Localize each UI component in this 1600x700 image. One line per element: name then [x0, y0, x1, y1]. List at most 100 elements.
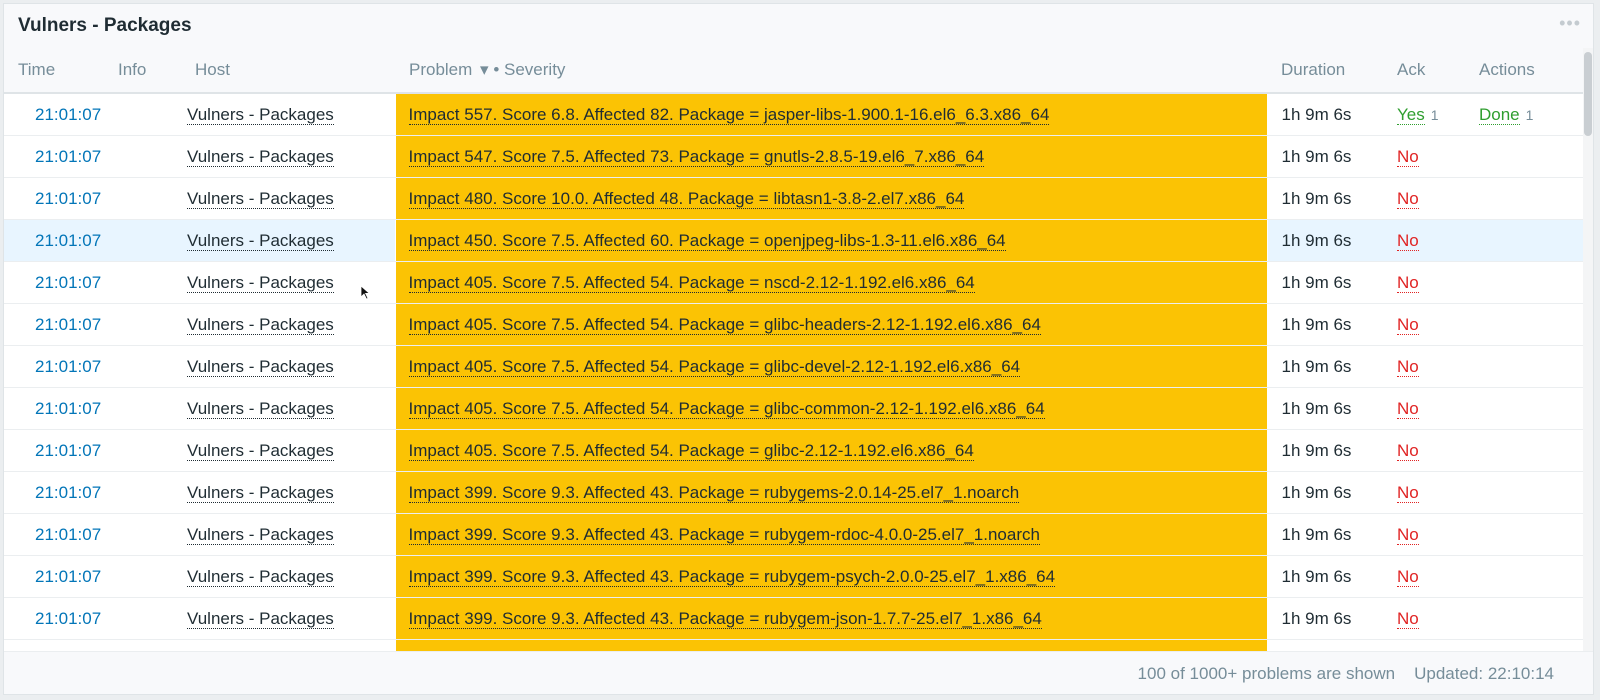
host-link[interactable]: Vulners - Packages — [187, 566, 334, 587]
widget-title: Vulners - Packages — [18, 15, 192, 36]
actions-cell — [1470, 261, 1589, 304]
ack-cell — [1385, 639, 1470, 651]
time-link[interactable]: 21:01:07 — [4, 189, 101, 208]
severity-header-label[interactable]: • Severity — [493, 60, 565, 79]
problem-cell: Impact 450. Score 7.5. Affected 60. Pack… — [394, 219, 1268, 262]
ack-no-link[interactable]: No — [1397, 272, 1419, 293]
info-cell — [118, 345, 187, 388]
time-link[interactable]: 21:01:07 — [4, 105, 101, 124]
info-cell — [118, 597, 187, 640]
column-header-problem[interactable]: Problem ▾ • Severity — [395, 48, 1267, 94]
table-row: 21:01:07 Vulners - Packages Impact 405. … — [4, 429, 1589, 472]
ack-no-link[interactable]: No — [1397, 230, 1419, 251]
actions-cell — [1470, 345, 1589, 388]
info-cell — [118, 387, 187, 430]
table-row: 21:01:07 Vulners - Packages Impact 399. … — [4, 597, 1589, 640]
time-link[interactable]: 21:01:07 — [4, 357, 101, 376]
column-header-duration: Duration — [1267, 48, 1385, 94]
actions-cell — [1470, 387, 1589, 430]
duration-cell — [1267, 639, 1385, 651]
host-link[interactable]: Vulners - Packages — [187, 314, 334, 335]
host-link[interactable]: Vulners - Packages — [187, 272, 334, 293]
ack-no-link[interactable]: No — [1397, 482, 1419, 503]
problem-cell: Impact 399. Score 9.3. Affected 43. Pack… — [394, 555, 1268, 598]
problem-link[interactable]: Impact 547. Score 7.5. Affected 73. Pack… — [408, 146, 985, 167]
ack-no-link[interactable]: No — [1397, 314, 1419, 335]
time-link[interactable]: 21:01:07 — [4, 399, 101, 418]
table-header-row: Time Info Host Problem ▾ • Severity Dura… — [4, 48, 1589, 94]
host-link[interactable]: Vulners - Packages — [187, 524, 334, 545]
info-cell — [118, 93, 187, 136]
problem-link[interactable]: Impact 405. Score 7.5. Affected 54. Pack… — [408, 314, 1041, 335]
host-link[interactable]: Vulners - Packages — [187, 104, 334, 125]
ack-no-link[interactable]: No — [1397, 146, 1419, 167]
problem-link[interactable]: Impact 399. Score 9.3. Affected 43. Pack… — [408, 566, 1056, 587]
sort-descending-icon: ▾ — [480, 60, 489, 79]
duration-cell: 1h 9m 6s — [1267, 597, 1385, 640]
duration-cell: 1h 9m 6s — [1267, 471, 1385, 514]
info-cell — [118, 471, 187, 514]
info-cell — [118, 177, 187, 220]
table-row: 21:01:07 Vulners - Packages Impact 405. … — [4, 345, 1589, 388]
ack-no-link[interactable]: No — [1397, 440, 1419, 461]
time-link[interactable]: 21:01:07 — [4, 441, 101, 460]
host-link[interactable]: Vulners - Packages — [187, 440, 334, 461]
host-link[interactable]: Vulners - Packages — [187, 608, 334, 629]
problem-link[interactable]: Impact 557. Score 6.8. Affected 82. Pack… — [408, 104, 1050, 125]
duration-cell: 1h 9m 6s — [1267, 303, 1385, 346]
widget-header: Vulners - Packages ••• — [4, 4, 1593, 48]
time-link[interactable]: 21:01:07 — [4, 231, 101, 250]
table-row: 21:01:07 Vulners - Packages Impact 399. … — [4, 555, 1589, 598]
ack-no-link[interactable]: No — [1397, 566, 1419, 587]
time-link[interactable]: 21:01:07 — [4, 273, 101, 292]
actions-cell — [1470, 639, 1589, 651]
column-header-ack: Ack — [1385, 48, 1470, 94]
column-header-time[interactable]: Time — [4, 48, 118, 94]
duration-cell: 1h 9m 6s — [1267, 345, 1385, 388]
ack-no-link[interactable]: No — [1397, 188, 1419, 209]
column-header-actions: Actions — [1470, 48, 1589, 94]
problem-link[interactable]: Impact 405. Score 7.5. Affected 54. Pack… — [408, 398, 1045, 419]
info-cell — [118, 555, 187, 598]
host-link[interactable]: Vulners - Packages — [187, 146, 334, 167]
duration-cell: 1h 9m 6s — [1267, 513, 1385, 556]
duration-cell: 1h 9m 6s — [1267, 555, 1385, 598]
problem-cell: Impact 405. Score 7.5. Affected 54. Pack… — [394, 261, 1268, 304]
vertical-scrollbar[interactable] — [1583, 48, 1593, 651]
host-link[interactable]: Vulners - Packages — [187, 482, 334, 503]
ack-no-link[interactable]: No — [1397, 524, 1419, 545]
time-link[interactable]: 21:01:07 — [4, 483, 101, 502]
ack-no-link[interactable]: No — [1397, 398, 1419, 419]
actions-cell — [1470, 555, 1589, 598]
column-header-info: Info — [118, 48, 187, 94]
problems-shown-count: 100 of 1000+ problems are shown — [1137, 664, 1396, 683]
ack-yes-link[interactable]: Yes — [1397, 104, 1425, 125]
info-cell — [118, 135, 187, 178]
problem-link[interactable]: Impact 405. Score 7.5. Affected 54. Pack… — [408, 356, 1021, 377]
host-link[interactable]: Vulners - Packages — [187, 230, 334, 251]
actions-done-link[interactable]: Done — [1479, 104, 1520, 125]
ack-no-link[interactable]: No — [1397, 608, 1419, 629]
time-link[interactable]: 21:01:07 — [4, 147, 101, 166]
problem-link[interactable]: Impact 399. Score 9.3. Affected 43. Pack… — [408, 482, 1020, 503]
scrollbar-thumb[interactable] — [1584, 52, 1592, 136]
column-header-host[interactable]: Host — [187, 48, 395, 94]
time-link[interactable]: 21:01:07 — [4, 567, 101, 586]
host-link[interactable]: Vulners - Packages — [187, 398, 334, 419]
host-link[interactable]: Vulners - Packages — [187, 356, 334, 377]
problem-cell: Impact 547. Score 7.5. Affected 73. Pack… — [394, 135, 1268, 178]
table-row: 21:01:07 Vulners - Packages Impact 399. … — [4, 471, 1589, 514]
more-options-icon[interactable]: ••• — [1559, 14, 1581, 32]
problem-link[interactable]: Impact 405. Score 7.5. Affected 54. Pack… — [408, 440, 974, 461]
time-link[interactable]: 21:01:07 — [4, 609, 101, 628]
problem-link[interactable]: Impact 399. Score 9.3. Affected 43. Pack… — [408, 524, 1040, 545]
table-row — [4, 639, 1589, 651]
problem-link[interactable]: Impact 450. Score 7.5. Affected 60. Pack… — [408, 230, 1006, 251]
host-link[interactable]: Vulners - Packages — [187, 188, 334, 209]
time-link[interactable]: 21:01:07 — [4, 525, 101, 544]
problem-link[interactable]: Impact 480. Score 10.0. Affected 48. Pac… — [408, 188, 965, 209]
problem-link[interactable]: Impact 405. Score 7.5. Affected 54. Pack… — [408, 272, 975, 293]
problem-link[interactable]: Impact 399. Score 9.3. Affected 43. Pack… — [408, 608, 1042, 629]
ack-no-link[interactable]: No — [1397, 356, 1419, 377]
time-link[interactable]: 21:01:07 — [4, 315, 101, 334]
